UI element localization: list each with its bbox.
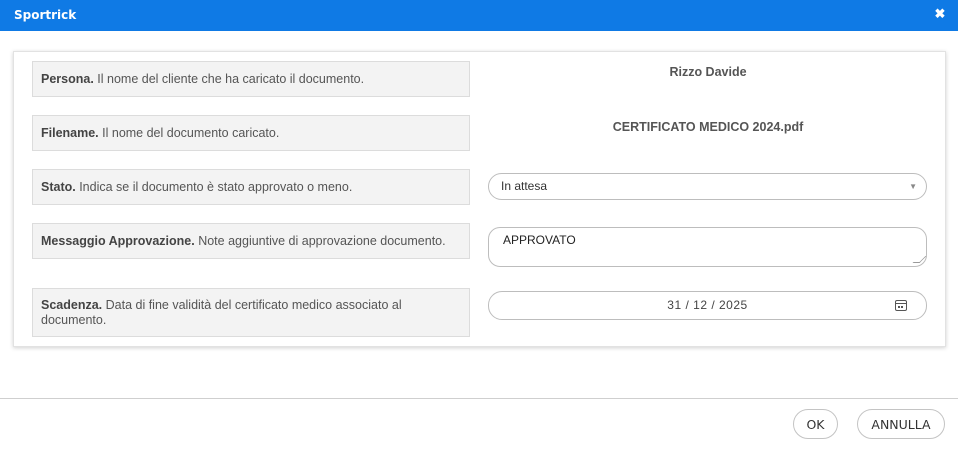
title-bar: Sportrick ✖ xyxy=(0,0,958,31)
label-stato: Stato. Indica se il documento è stato ap… xyxy=(32,169,470,205)
calendar-icon[interactable] xyxy=(895,300,907,311)
cancel-button[interactable]: ANNULLA xyxy=(857,409,945,439)
window-title: Sportrick xyxy=(14,8,77,22)
form-panel: Persona. Il nome del cliente che ha cari… xyxy=(13,51,946,347)
footer-divider xyxy=(0,398,958,399)
label-filename-desc: Il nome del documento caricato. xyxy=(98,125,280,140)
label-persona: Persona. Il nome del cliente che ha cari… xyxy=(32,61,470,97)
messaggio-textarea-value: APPROVATO xyxy=(503,233,576,247)
stato-select[interactable]: In attesa ▼ xyxy=(488,173,927,200)
label-persona-desc: Il nome del cliente che ha caricato il d… xyxy=(93,71,365,86)
messaggio-textarea[interactable]: APPROVATO xyxy=(488,227,927,267)
label-messaggio: Messaggio Approvazione. Note aggiuntive … xyxy=(32,223,470,259)
label-scadenza-title: Scadenza. xyxy=(41,297,103,312)
scadenza-date-value: 31 / 12 / 2025 xyxy=(667,298,748,312)
stato-select-value: In attesa xyxy=(501,179,548,193)
label-scadenza: Scadenza. Data di fine validità del cert… xyxy=(32,288,470,337)
label-stato-title: Stato. xyxy=(41,179,76,194)
filename-value: CERTIFICATO MEDICO 2024.pdf xyxy=(612,120,804,134)
ok-button[interactable]: OK xyxy=(793,409,838,439)
triangle-down-icon: ▼ xyxy=(909,182,917,191)
resize-handle-icon[interactable] xyxy=(912,256,927,263)
label-messaggio-title: Messaggio Approvazione. xyxy=(41,233,195,248)
persona-value: Rizzo Davide xyxy=(669,65,747,79)
close-icon[interactable]: ✖ xyxy=(934,7,946,21)
label-stato-desc: Indica se il documento è stato approvato… xyxy=(75,179,353,194)
scadenza-date-input[interactable]: 31 / 12 / 2025 xyxy=(488,291,927,320)
label-filename-title: Filename. xyxy=(41,125,99,140)
label-filename: Filename. Il nome del documento caricato… xyxy=(32,115,470,151)
label-messaggio-desc: Note aggiuntive di approvazione document… xyxy=(194,233,446,248)
label-persona-title: Persona. xyxy=(41,71,94,86)
